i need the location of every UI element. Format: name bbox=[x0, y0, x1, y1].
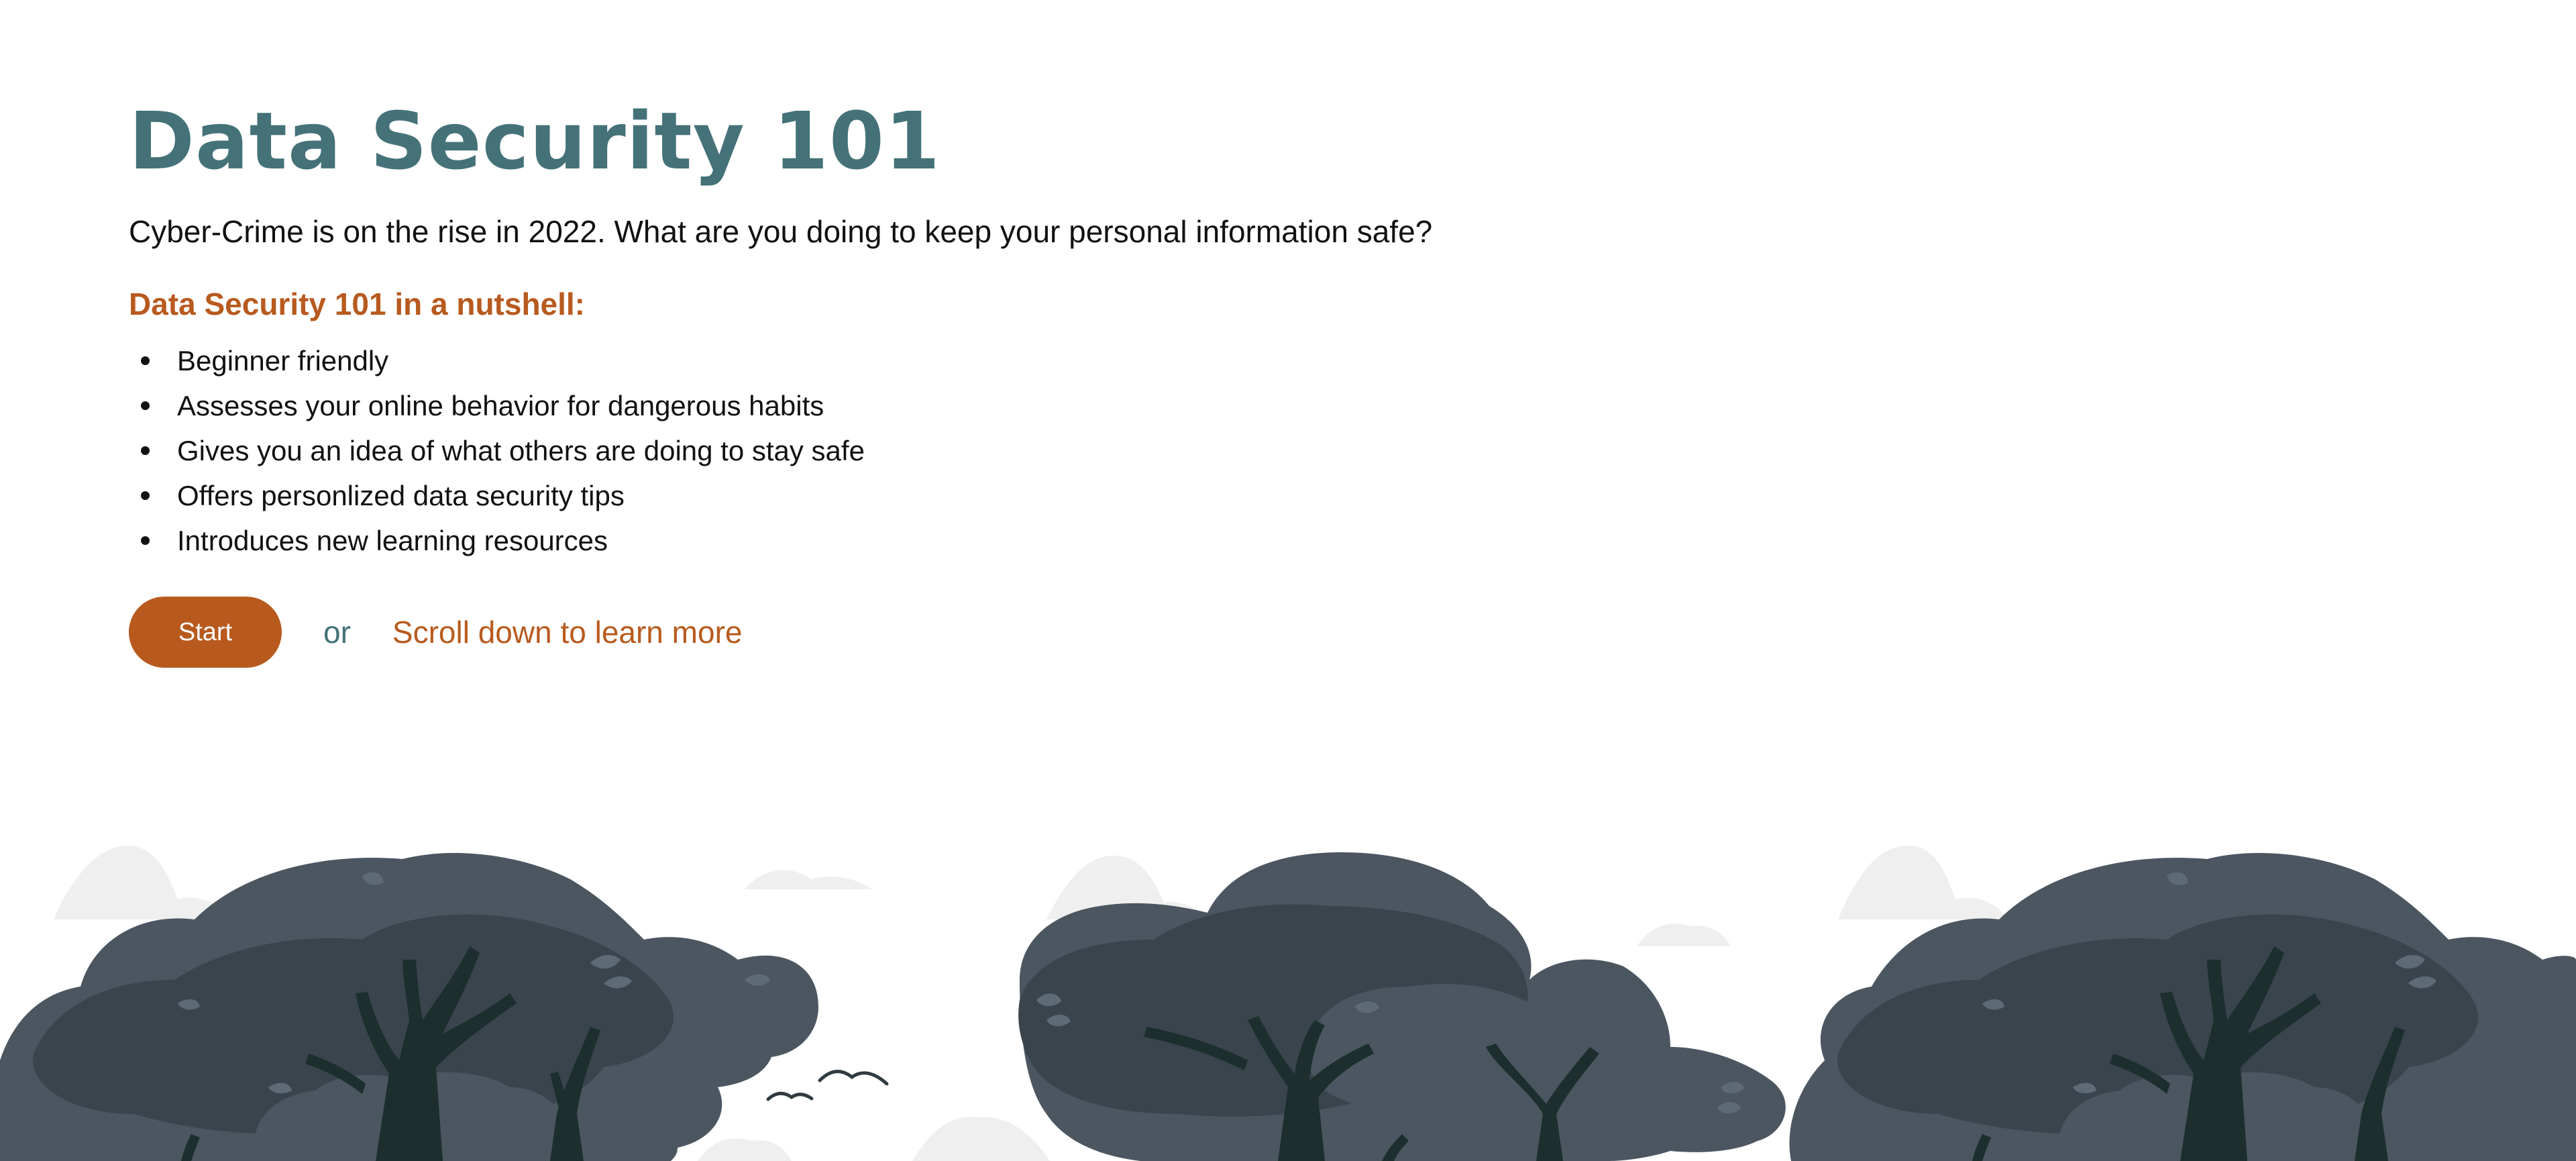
start-button[interactable]: Start bbox=[129, 597, 282, 668]
or-separator: or bbox=[323, 615, 351, 650]
scroll-down-link[interactable]: Scroll down to learn more bbox=[392, 614, 743, 650]
feature-list: Beginner friendly Assesses your online b… bbox=[129, 338, 1739, 563]
hero-subtitle: Cyber-Crime is on the rise in 2022. What… bbox=[129, 214, 1433, 249]
forest-trees-illustration bbox=[0, 846, 2576, 1161]
page-title: Data Security 101 bbox=[129, 95, 941, 187]
feature-item-resources: Introduces new learning resources bbox=[141, 518, 1739, 563]
landing-page: Data Security 101 Cyber-Crime is on the … bbox=[0, 0, 2576, 1161]
feature-item-beginner: Beginner friendly bbox=[141, 338, 1739, 383]
hero-section: Data Security 101 Cyber-Crime is on the … bbox=[129, 87, 1739, 668]
birds-icon bbox=[766, 1070, 889, 1101]
action-row: Start or Scroll down to learn more bbox=[129, 597, 1739, 668]
feature-item-others: Gives you an idea of what others are doi… bbox=[141, 428, 1739, 473]
feature-item-tips: Offers personlized data security tips bbox=[141, 473, 1739, 518]
feature-item-assesses: Assesses your online behavior for danger… bbox=[141, 383, 1739, 428]
nutshell-heading: Data Security 101 in a nutshell: bbox=[129, 287, 586, 321]
